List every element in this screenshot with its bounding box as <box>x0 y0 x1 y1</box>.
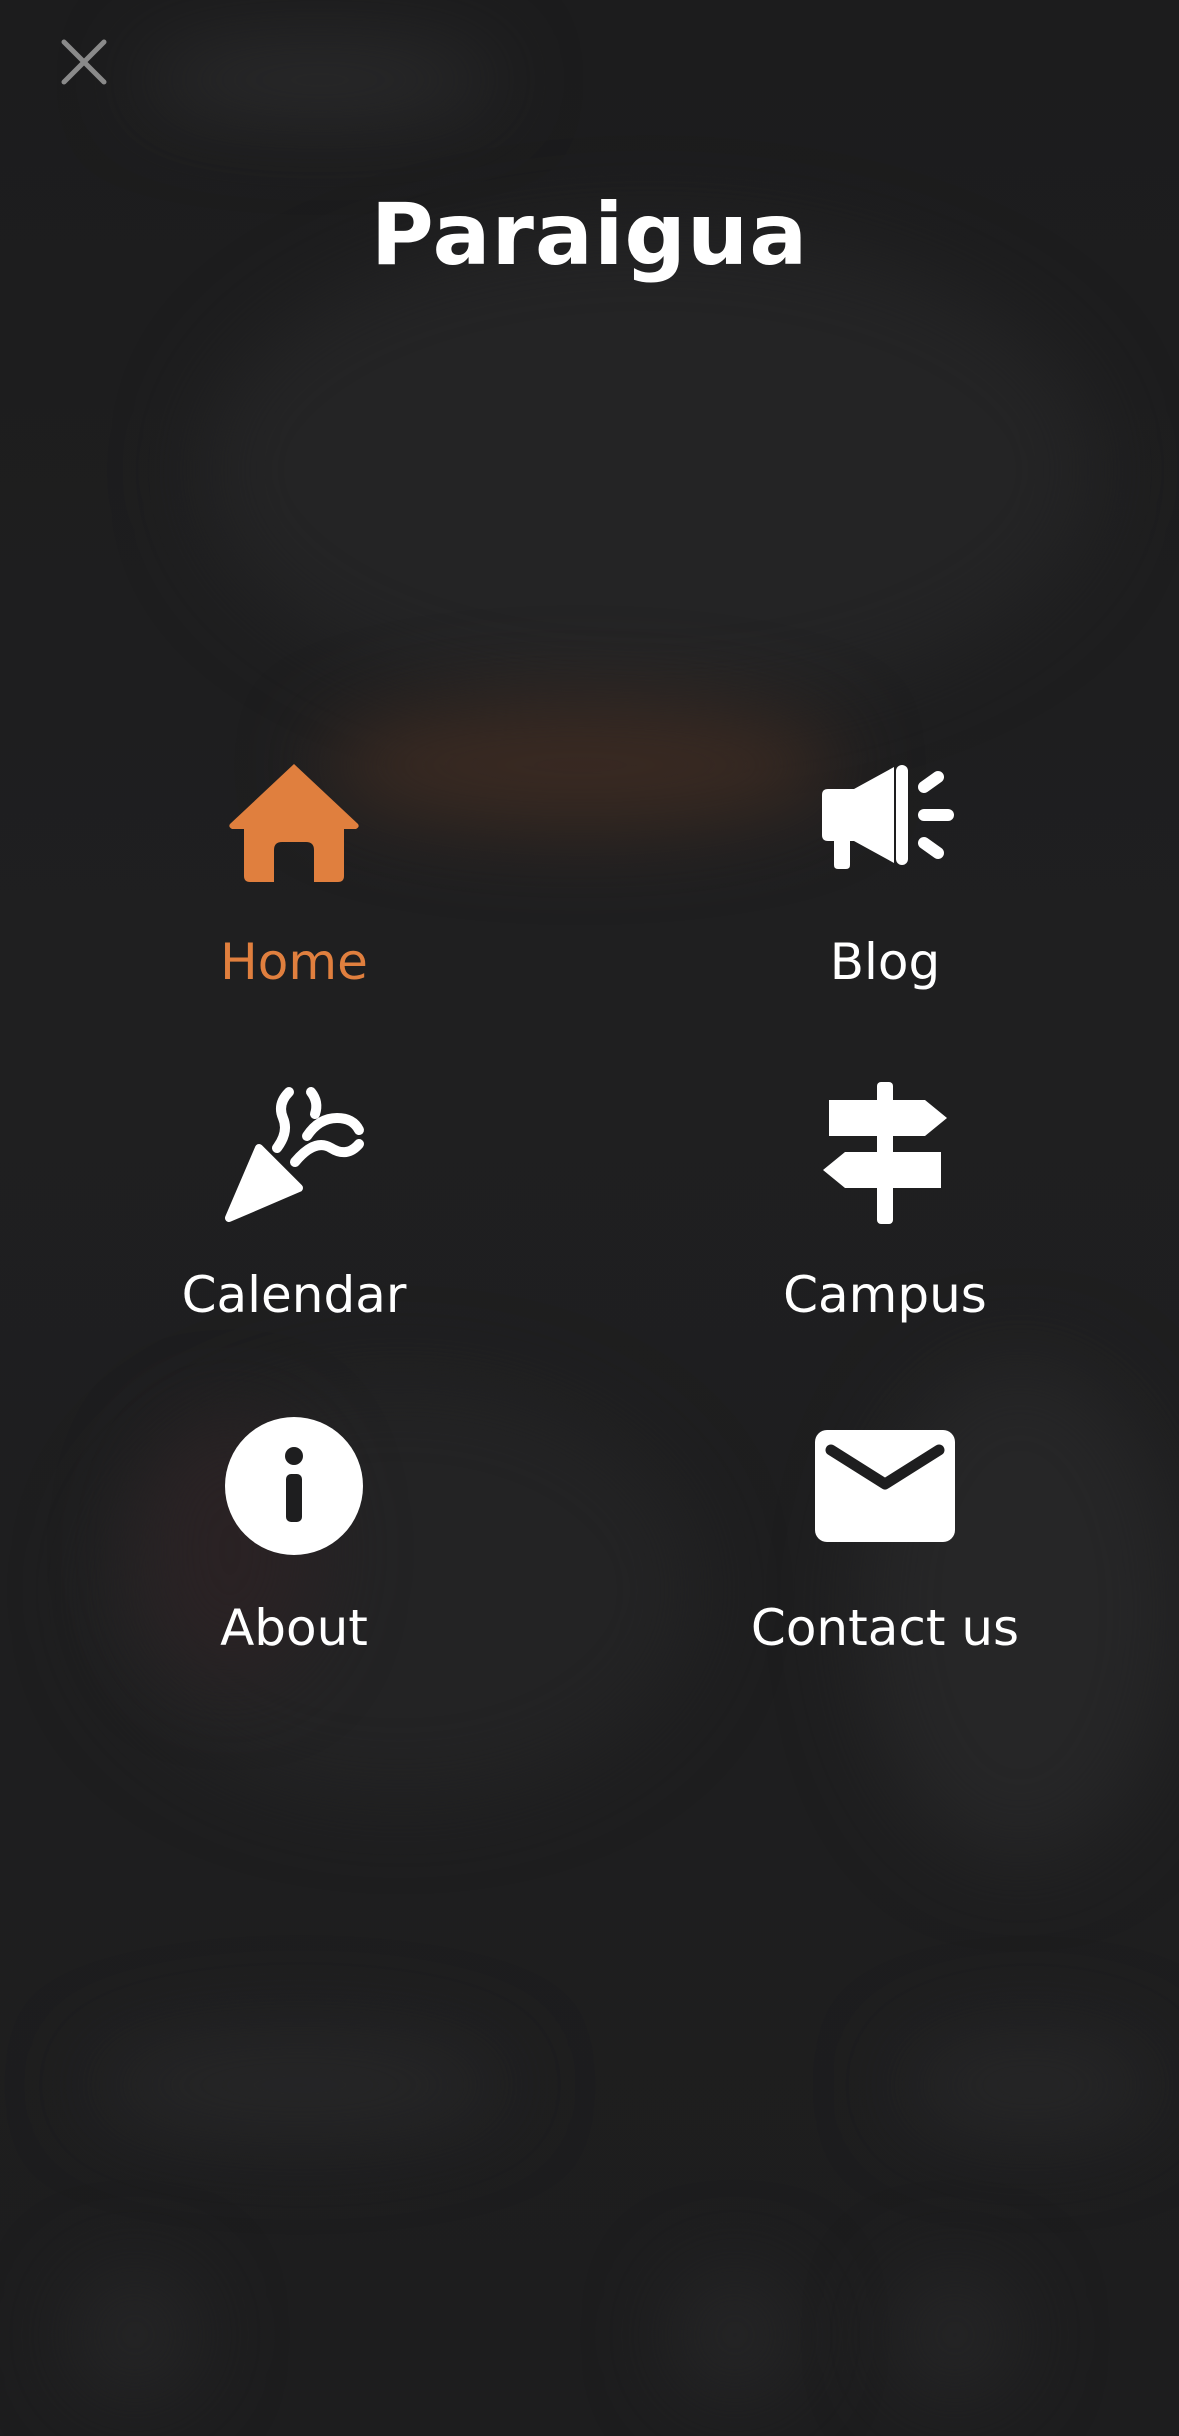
menu-item-blog-label: Blog <box>829 933 941 991</box>
menu-item-about-label: About <box>220 1599 368 1657</box>
home-icon <box>214 740 374 900</box>
envelope-icon <box>805 1406 965 1566</box>
menu-item-home[interactable]: Home <box>84 740 504 1040</box>
menu-item-blog[interactable]: Blog <box>675 740 1095 1040</box>
menu-item-campus[interactable]: Campus <box>675 1073 1095 1373</box>
menu-item-home-label: Home <box>220 933 368 991</box>
menu-item-contact-us[interactable]: Contact us <box>675 1406 1095 1706</box>
info-icon <box>214 1406 374 1566</box>
menu-item-campus-label: Campus <box>783 1266 987 1324</box>
signpost-icon <box>805 1073 965 1233</box>
menu-item-about[interactable]: About <box>84 1406 504 1706</box>
menu-item-calendar-label: Calendar <box>181 1266 407 1324</box>
close-icon <box>61 39 107 85</box>
megaphone-icon <box>805 740 965 900</box>
app-title: Paraigua <box>370 185 809 285</box>
close-button[interactable] <box>44 22 124 102</box>
menu-item-calendar[interactable]: Calendar <box>84 1073 504 1373</box>
party-popper-icon <box>214 1073 374 1233</box>
menu-item-contact-us-label: Contact us <box>750 1599 1020 1657</box>
